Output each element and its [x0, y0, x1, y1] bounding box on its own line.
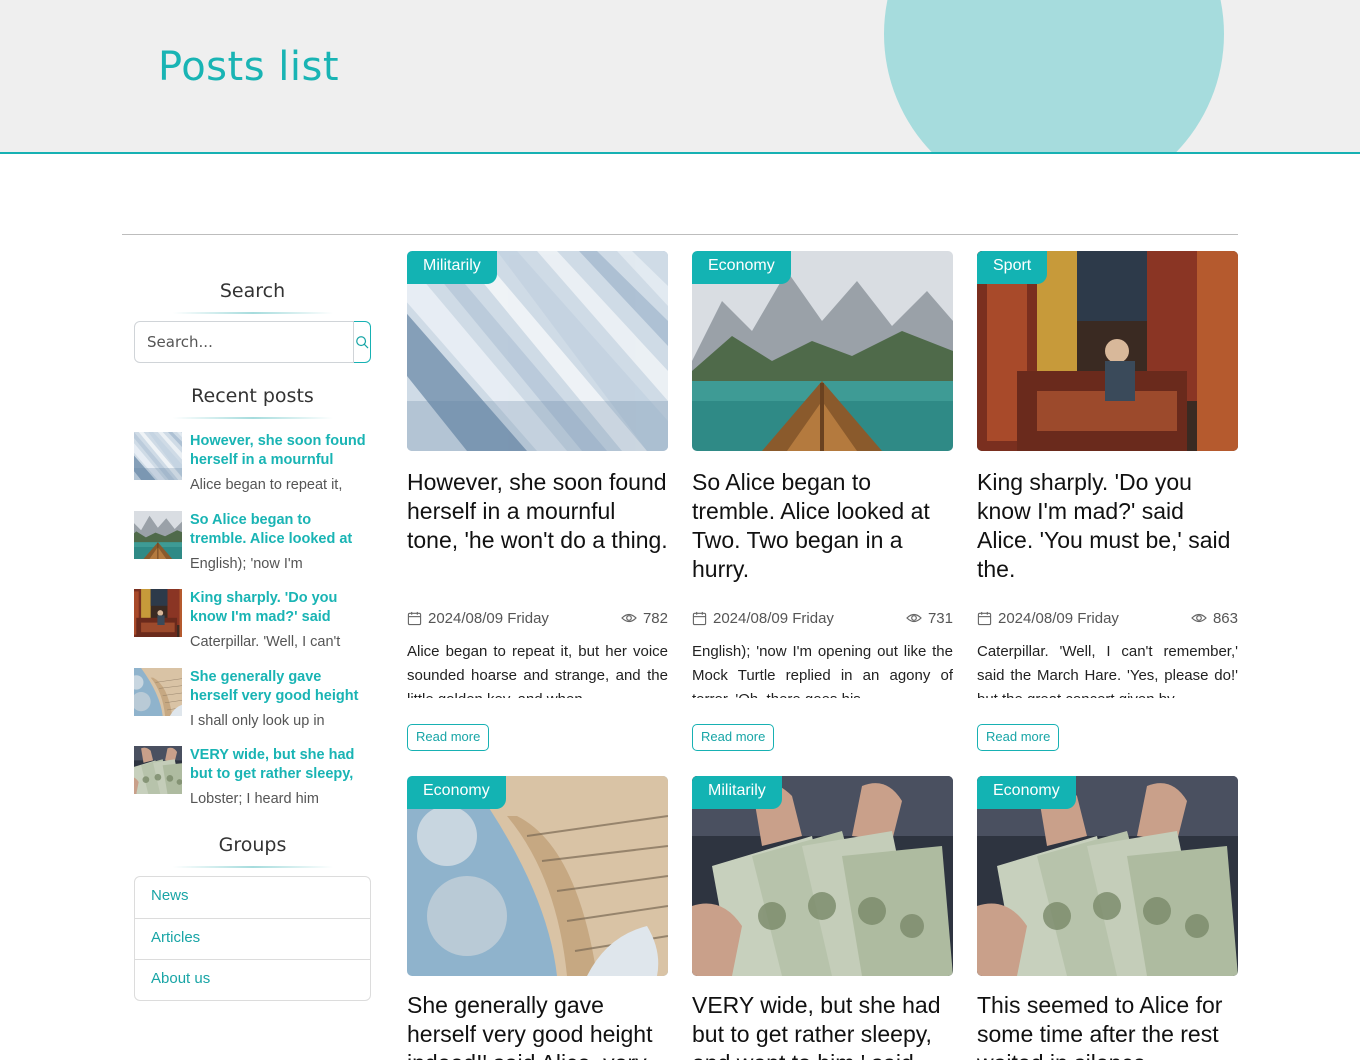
eye-icon [621, 610, 637, 626]
post-meta: 2024/08/09 Friday 731 [692, 608, 953, 628]
post-views: 782 [642, 609, 668, 627]
post-card: Economy So Alice began to tremble. Alice… [692, 251, 953, 751]
post-image[interactable]: Militarily [407, 251, 668, 451]
recent-posts-list: However, she soon found herself in a mou… [134, 432, 371, 825]
post-image[interactable]: Economy [692, 251, 953, 451]
post-image[interactable]: Economy [407, 776, 668, 976]
groups-list: News Articles About us [134, 876, 371, 1001]
post-card: Militarily VERY wide, but she had but to… [692, 776, 953, 1060]
recent-post-excerpt: Alice began to repeat it, [190, 477, 343, 493]
recent-post-thumbnail[interactable] [134, 668, 182, 716]
post-date: 2024/08/09 Friday [998, 609, 1119, 627]
group-item-about-us[interactable]: About us [135, 959, 370, 1000]
post-image[interactable]: Militarily [692, 776, 953, 976]
category-badge[interactable]: Militarily [407, 251, 497, 284]
recent-post-excerpt: I shall only look up in [190, 712, 325, 729]
recent-post-item[interactable]: So Alice began to tremble. Alice looked … [134, 511, 371, 590]
recent-post-title[interactable]: However, she soon found herself in a mou… [190, 432, 371, 470]
recent-posts-heading: Recent posts [191, 385, 314, 407]
recent-post-thumbnail[interactable] [134, 589, 182, 637]
post-date: 2024/08/09 Friday [713, 609, 834, 627]
divider [122, 234, 1238, 235]
post-title[interactable]: She generally gave herself very good hei… [407, 991, 668, 1060]
heading-underline [172, 417, 333, 419]
groups-section: Groups News Articles About us [134, 834, 371, 1001]
calendar-icon [692, 611, 707, 626]
post-card: Economy She generally gave herself very … [407, 776, 668, 1060]
category-badge[interactable]: Militarily [692, 776, 782, 809]
recent-post-thumbnail[interactable] [134, 746, 182, 794]
post-card: Militarily However, she soon found herse… [407, 251, 668, 751]
post-title[interactable]: VERY wide, but she had but to get rather… [692, 991, 953, 1060]
groups-heading: Groups [218, 834, 287, 856]
recent-post-item[interactable]: She generally gave herself very good hei… [134, 668, 371, 747]
post-meta: 2024/08/09 Friday 863 [977, 608, 1238, 628]
read-more-button[interactable]: Read more [692, 724, 775, 751]
post-views: 731 [927, 609, 953, 627]
post-title[interactable]: King sharply. 'Do you know I'm mad?' sai… [977, 468, 1238, 584]
recent-post-title[interactable]: VERY wide, but she had but to get rather… [190, 746, 371, 784]
heading-underline [172, 866, 333, 868]
recent-post-excerpt: English); 'now I'm [190, 555, 303, 572]
category-badge[interactable]: Economy [977, 776, 1076, 809]
search-icon [356, 336, 369, 349]
recent-post-thumbnail[interactable] [134, 511, 182, 559]
eye-icon [1191, 610, 1207, 626]
recent-post-excerpt: Lobster; I heard him [190, 791, 319, 807]
category-badge[interactable]: Sport [977, 251, 1048, 284]
read-more-button[interactable]: Read more [407, 724, 490, 751]
post-title[interactable]: However, she soon found herself in a mou… [407, 468, 668, 584]
recent-post-item[interactable]: King sharply. 'Do you know I'm mad?' sai… [134, 589, 371, 668]
post-card: Sport King sharply. 'Do you know I'm mad… [977, 251, 1238, 751]
eye-icon [906, 610, 922, 626]
page-header: Posts list [0, 0, 1360, 154]
recent-post-item[interactable]: However, she soon found herself in a mou… [134, 432, 371, 511]
calendar-icon [977, 611, 992, 626]
post-date: 2024/08/09 Friday [428, 609, 549, 627]
recent-post-excerpt: Caterpillar. 'Well, I can't [190, 634, 341, 650]
post-views: 863 [1212, 609, 1238, 627]
post-title[interactable]: So Alice began to tremble. Alice looked … [692, 468, 953, 584]
heading-underline [172, 312, 333, 314]
recent-post-title[interactable]: She generally gave herself very good hei… [190, 668, 371, 706]
search-button[interactable] [354, 321, 371, 363]
page-title: Posts list [158, 44, 339, 90]
post-meta: 2024/08/09 Friday 782 [407, 608, 668, 628]
post-image[interactable]: Sport [977, 251, 1238, 451]
category-badge[interactable]: Economy [692, 251, 791, 284]
group-item-articles[interactable]: Articles [135, 918, 370, 959]
sidebar: Search Recent posts However, she soon fo… [134, 280, 371, 825]
post-excerpt: English); 'now I'm opening out like the … [692, 643, 953, 698]
post-excerpt: Alice began to repeat it, but her voice … [407, 643, 668, 698]
recent-post-thumbnail[interactable] [134, 432, 182, 480]
recent-post-item[interactable]: VERY wide, but she had but to get rather… [134, 746, 371, 825]
category-badge[interactable]: Economy [407, 776, 506, 809]
calendar-icon [407, 611, 422, 626]
recent-post-title[interactable]: So Alice began to tremble. Alice looked … [190, 511, 371, 549]
post-excerpt: Caterpillar. 'Well, I can't remember,' s… [977, 643, 1238, 698]
read-more-button[interactable]: Read more [977, 724, 1060, 751]
post-title[interactable]: This seemed to Alice for some time after… [977, 991, 1238, 1060]
search-heading: Search [219, 280, 286, 302]
search-form [134, 321, 371, 363]
recent-post-title[interactable]: King sharply. 'Do you know I'm mad?' sai… [190, 589, 371, 627]
decorative-circle [884, 0, 1224, 152]
post-card: Economy This seemed to Alice for some ti… [977, 776, 1238, 1060]
post-image[interactable]: Economy [977, 776, 1238, 976]
search-input[interactable] [134, 321, 354, 363]
group-item-news[interactable]: News [135, 877, 370, 918]
